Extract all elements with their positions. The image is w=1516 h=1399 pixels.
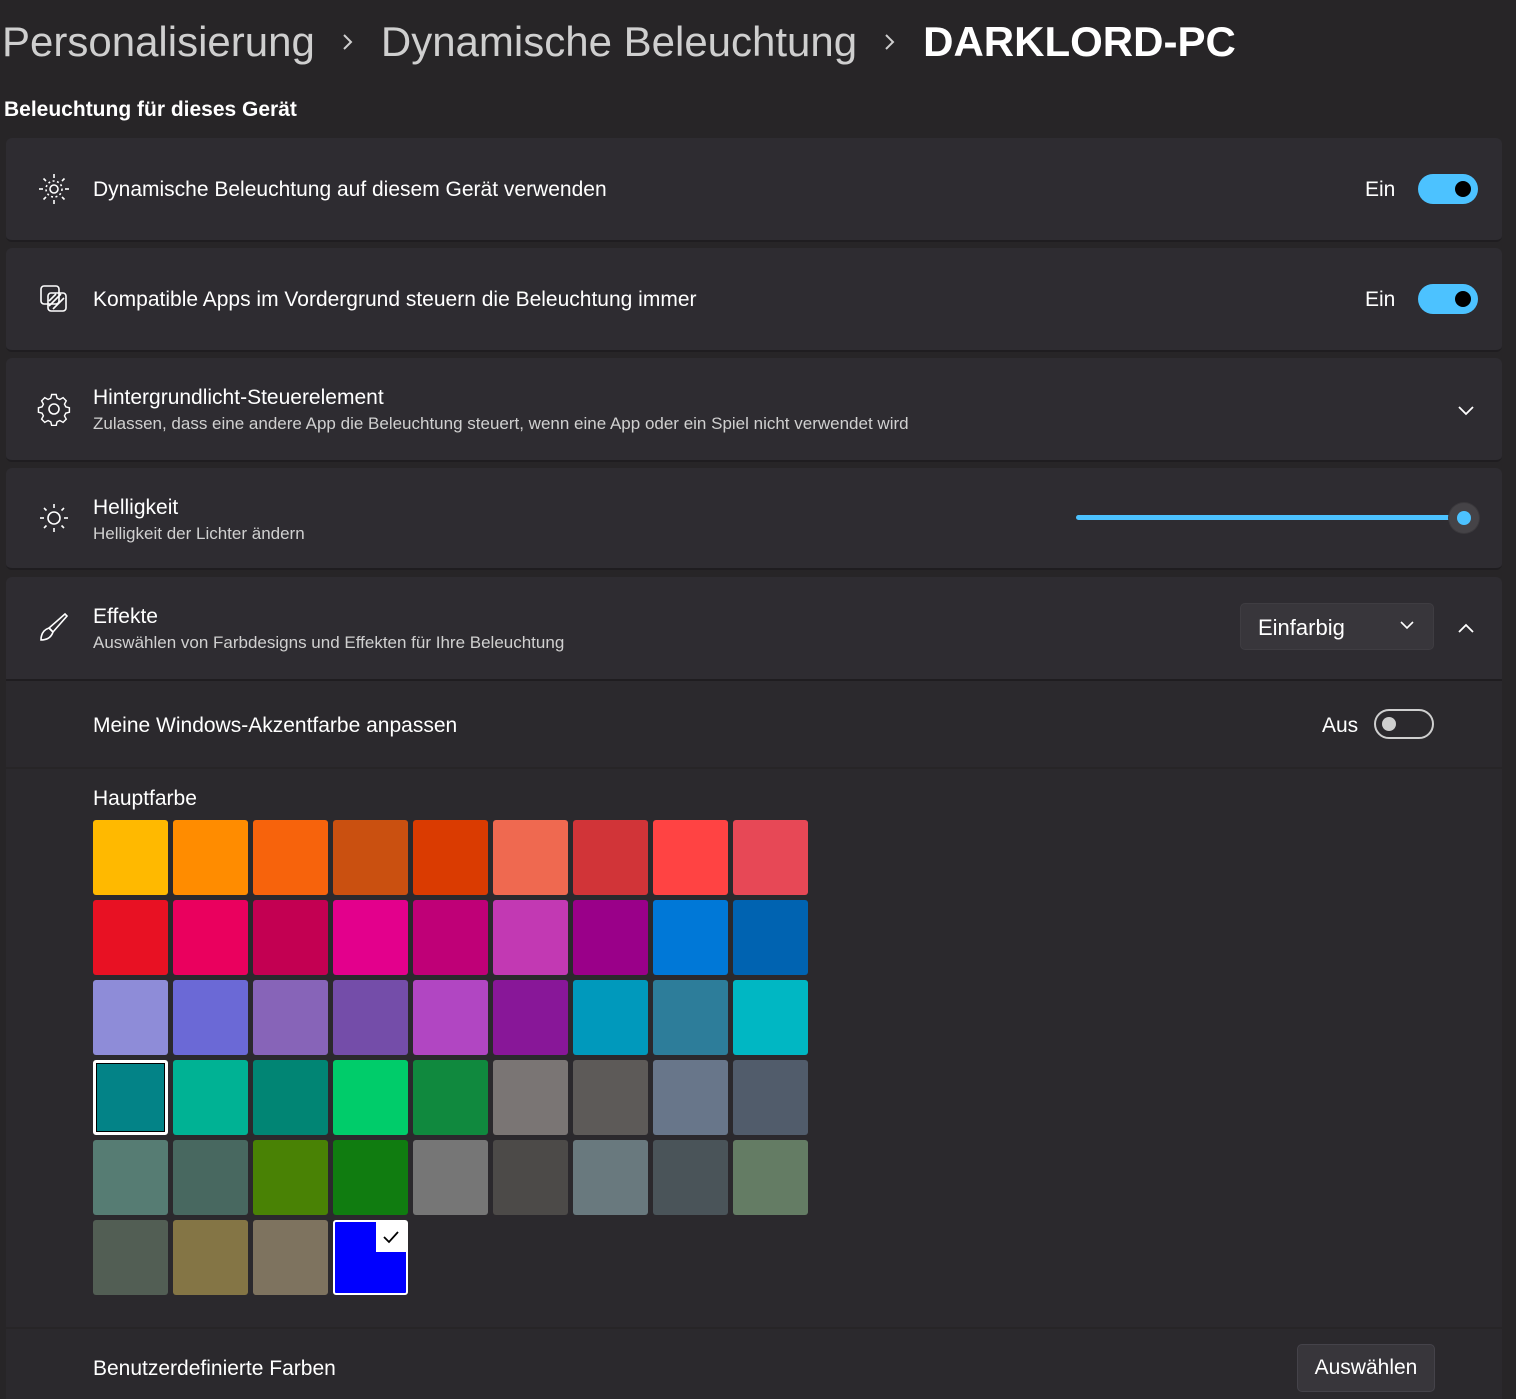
color-swatch[interactable]: [413, 1140, 488, 1215]
brightness-slider-thumb[interactable]: [1449, 503, 1479, 533]
color-swatch[interactable]: [653, 1140, 728, 1215]
effects-row: Effekte Auswählen von Farbdesigns und Ef…: [6, 577, 1502, 681]
color-swatch[interactable]: [493, 1060, 568, 1135]
color-swatch[interactable]: [93, 980, 168, 1055]
compatible-apps-row: Kompatible Apps im Vordergrund steuern d…: [6, 248, 1502, 352]
color-swatch[interactable]: [573, 900, 648, 975]
color-swatch[interactable]: [253, 820, 328, 895]
brush-icon: [36, 609, 72, 645]
color-swatch[interactable]: [653, 900, 728, 975]
lighting-icon: [36, 171, 72, 207]
color-swatch[interactable]: [173, 980, 248, 1055]
color-swatch[interactable]: [733, 1140, 808, 1215]
brightness-row: Helligkeit Helligkeit der Lichter ändern: [6, 468, 1502, 570]
color-swatch[interactable]: [413, 1060, 488, 1135]
color-swatch[interactable]: [733, 900, 808, 975]
use-dynamic-lighting-toggle[interactable]: [1418, 174, 1478, 204]
brightness-title: Helligkeit: [93, 496, 179, 519]
toggle-state-label: Ein: [1365, 178, 1396, 201]
color-swatch[interactable]: [653, 1060, 728, 1135]
chevron-right-icon: [883, 32, 897, 52]
apps-lighting-icon: [36, 281, 72, 317]
color-swatch[interactable]: [733, 980, 808, 1055]
color-swatch[interactable]: [413, 900, 488, 975]
color-swatch[interactable]: [333, 1140, 408, 1215]
color-swatch[interactable]: [333, 1060, 408, 1135]
chevron-up-icon[interactable]: [1451, 613, 1481, 643]
color-swatch[interactable]: [253, 1140, 328, 1215]
effects-dropdown[interactable]: Einfarbig: [1240, 603, 1434, 650]
color-swatch[interactable]: [653, 980, 728, 1055]
accent-color-toggle[interactable]: [1374, 709, 1434, 739]
breadcrumb: Personalisierung Dynamische Beleuchtung …: [2, 14, 1236, 70]
color-swatch[interactable]: [173, 1140, 248, 1215]
color-swatch[interactable]: [93, 1140, 168, 1215]
color-swatch[interactable]: [333, 1220, 408, 1295]
chevron-right-icon: [341, 32, 355, 52]
effects-subtitle: Auswählen von Farbdesigns und Effekten f…: [93, 633, 565, 652]
color-swatch[interactable]: [573, 820, 648, 895]
color-swatch[interactable]: [493, 980, 568, 1055]
select-custom-color-button[interactable]: Auswählen: [1297, 1344, 1435, 1392]
color-swatch[interactable]: [493, 900, 568, 975]
color-swatch[interactable]: [173, 900, 248, 975]
color-swatch[interactable]: [333, 980, 408, 1055]
brightness-subtitle: Helligkeit der Lichter ändern: [93, 524, 305, 543]
breadcrumb-personalisierung[interactable]: Personalisierung: [2, 18, 315, 66]
color-swatch[interactable]: [93, 820, 168, 895]
custom-colors-row: Benutzerdefinierte Farben Auswählen: [6, 1329, 1502, 1399]
color-swatch[interactable]: [93, 900, 168, 975]
page-title: DARKLORD-PC: [923, 18, 1236, 65]
brightness-slider-track[interactable]: [1076, 515, 1464, 520]
background-control-title: Hintergrundlicht-Steuerelement: [93, 386, 384, 409]
effects-title: Effekte: [93, 605, 158, 628]
color-swatch[interactable]: [733, 1060, 808, 1135]
color-swatch[interactable]: [253, 900, 328, 975]
effects-dropdown-value: Einfarbig: [1258, 615, 1345, 640]
toggle-state-label: Ein: [1365, 288, 1396, 311]
color-swatch[interactable]: [573, 1140, 648, 1215]
sun-icon: [36, 500, 72, 536]
compatible-apps-toggle[interactable]: [1418, 284, 1478, 314]
color-swatch[interactable]: [493, 820, 568, 895]
color-swatch[interactable]: [253, 1220, 328, 1295]
color-swatch[interactable]: [573, 1060, 648, 1135]
chevron-down-icon[interactable]: [1451, 395, 1481, 425]
accent-color-label: Meine Windows-Akzentfarbe anpassen: [93, 714, 458, 737]
accent-color-row: Meine Windows-Akzentfarbe anpassen Aus: [6, 681, 1502, 767]
compatible-apps-label: Kompatible Apps im Vordergrund steuern d…: [93, 288, 697, 311]
color-swatch[interactable]: [173, 1220, 248, 1295]
color-swatch[interactable]: [733, 820, 808, 895]
color-swatch[interactable]: [653, 820, 728, 895]
color-swatch[interactable]: [333, 900, 408, 975]
section-title: Beleuchtung für dieses Gerät: [4, 98, 297, 121]
color-swatch[interactable]: [253, 980, 328, 1055]
color-swatch[interactable]: [413, 980, 488, 1055]
color-swatch[interactable]: [173, 1060, 248, 1135]
toggle-state-label: Aus: [1322, 714, 1359, 737]
use-dynamic-lighting-label: Dynamische Beleuchtung auf diesem Gerät …: [93, 178, 607, 201]
color-swatch[interactable]: [173, 820, 248, 895]
color-swatch[interactable]: [253, 1060, 328, 1135]
color-swatch-grid: [93, 820, 808, 1295]
color-swatch[interactable]: [93, 1220, 168, 1295]
color-swatch[interactable]: [573, 980, 648, 1055]
background-control-row[interactable]: Hintergrundlicht-Steuerelement Zulassen,…: [6, 358, 1502, 462]
chevron-down-icon: [1399, 618, 1415, 636]
color-swatch[interactable]: [493, 1140, 568, 1215]
use-dynamic-lighting-row: Dynamische Beleuchtung auf diesem Gerät …: [6, 138, 1502, 242]
breadcrumb-dynamische-beleuchtung[interactable]: Dynamische Beleuchtung: [381, 18, 857, 66]
custom-colors-label: Benutzerdefinierte Farben: [93, 1357, 336, 1380]
gear-icon: [36, 391, 72, 427]
checkmark-icon: [376, 1222, 406, 1252]
main-color-label: Hauptfarbe: [93, 787, 197, 810]
background-control-subtitle: Zulassen, dass eine andere App die Beleu…: [93, 414, 909, 433]
color-swatch[interactable]: [93, 1060, 168, 1135]
color-swatch[interactable]: [333, 820, 408, 895]
color-swatch[interactable]: [413, 820, 488, 895]
